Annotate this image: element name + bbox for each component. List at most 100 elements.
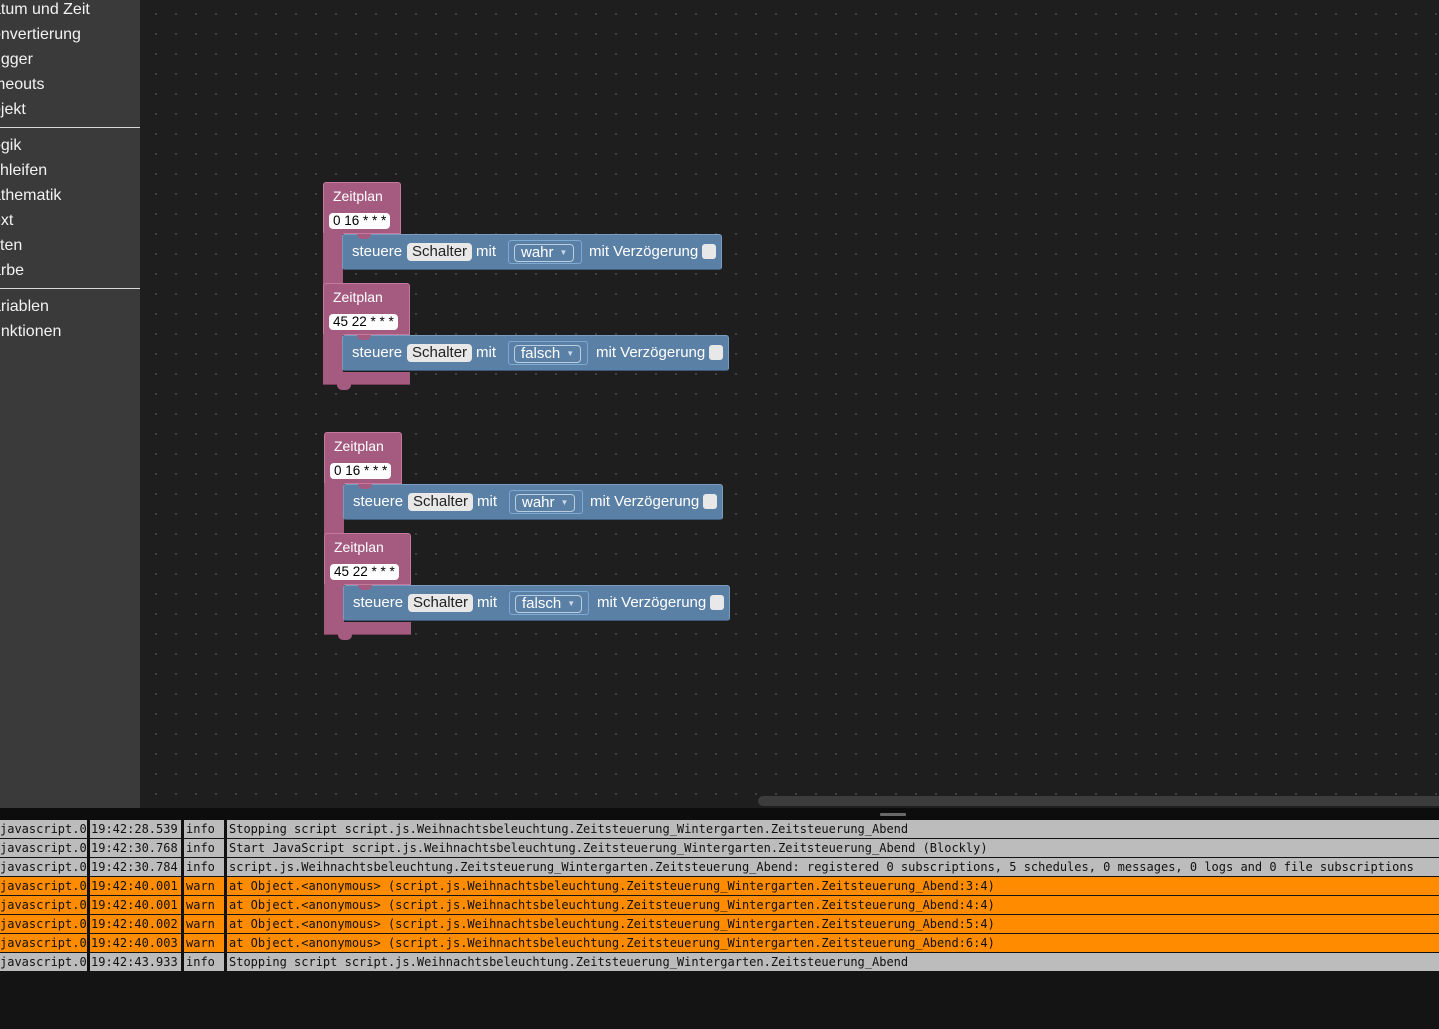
column-divider bbox=[224, 915, 227, 933]
column-divider bbox=[181, 839, 184, 857]
value-dropdown[interactable]: wahr ▼ bbox=[514, 244, 575, 262]
delay-checkbox[interactable] bbox=[702, 244, 716, 259]
cron-field[interactable]: 45 22 * * * bbox=[329, 314, 398, 330]
panel-splitter[interactable] bbox=[0, 808, 1439, 820]
control-block[interactable]: steuere Schalter mit wahr ▼ mit Verzögeru… bbox=[342, 234, 722, 270]
block-notch bbox=[357, 335, 371, 340]
device-dropdown[interactable]: Schalter bbox=[407, 243, 473, 261]
category-variablen[interactable]: ariablen bbox=[0, 297, 49, 317]
value-block[interactable]: falsch ▼ bbox=[508, 341, 588, 365]
schedule-block-arm bbox=[324, 483, 344, 535]
log-time: 19:42:30.784 bbox=[91, 860, 178, 874]
dropdown-arrow-icon: ▼ bbox=[566, 349, 575, 359]
log-row: javascript.0 19:42:43.933 info Stopping scr… bbox=[0, 953, 1439, 971]
log-message: at Object.<anonymous> (script.js.Weihnac… bbox=[229, 898, 995, 912]
category-listen[interactable]: sten bbox=[0, 236, 22, 256]
category-datum-und-zeit[interactable]: atum und Zeit bbox=[0, 0, 90, 20]
control-block[interactable]: steuere Schalter mit falsch ▼ mit Verzöge… bbox=[343, 585, 730, 621]
log-level: warn bbox=[186, 917, 215, 931]
block-bump bbox=[337, 384, 351, 390]
column-divider bbox=[87, 953, 90, 971]
log-row: javascript.0 19:42:28.539 info Stopping scr… bbox=[0, 820, 1439, 838]
log-row: javascript.0 19:42:40.003 warn at Object.<a… bbox=[0, 934, 1439, 952]
value-text: wahr bbox=[521, 244, 554, 261]
log-time: 19:42:40.002 bbox=[91, 917, 178, 931]
value-block[interactable]: wahr ▼ bbox=[508, 240, 582, 264]
value-dropdown[interactable]: falsch ▼ bbox=[515, 595, 583, 613]
category-konvertierung[interactable]: onvertierung bbox=[0, 25, 81, 45]
delay-checkbox[interactable] bbox=[709, 345, 723, 360]
mit-label: mit bbox=[476, 344, 496, 361]
log-message: Start JavaScript script.js.Weihnachtsbel… bbox=[229, 841, 988, 855]
cron-field[interactable]: 0 16 * * * bbox=[330, 463, 392, 479]
schedule-title: Zeitplan bbox=[334, 539, 384, 555]
value-dropdown[interactable]: wahr ▼ bbox=[515, 494, 576, 512]
category-schleifen[interactable]: chleifen bbox=[0, 161, 47, 181]
schedule-title: Zeitplan bbox=[333, 188, 383, 204]
control-block[interactable]: steuere Schalter mit falsch ▼ mit Verzöge… bbox=[342, 335, 729, 371]
mit-label: mit bbox=[477, 594, 497, 611]
schedule-block-arm bbox=[324, 584, 344, 627]
steuere-label: steuere bbox=[352, 344, 403, 361]
mit-label: mit bbox=[476, 243, 496, 260]
dropdown-arrow-icon: ▼ bbox=[559, 248, 568, 258]
column-divider bbox=[87, 934, 90, 952]
log-level: info bbox=[186, 822, 215, 836]
delay-label: mit Verzögerung bbox=[589, 243, 699, 260]
log-source: javascript.0 bbox=[0, 955, 86, 969]
category-timeouts[interactable]: meouts bbox=[0, 75, 44, 95]
block-notch bbox=[357, 234, 371, 239]
column-divider bbox=[87, 839, 90, 857]
column-divider bbox=[224, 858, 227, 876]
category-objekt[interactable]: bjekt bbox=[0, 100, 26, 120]
log-time: 19:42:40.003 bbox=[91, 936, 178, 950]
value-dropdown[interactable]: falsch ▼ bbox=[514, 345, 582, 363]
column-divider bbox=[224, 877, 227, 895]
log-time: 19:42:30.768 bbox=[91, 841, 178, 855]
device-dropdown[interactable]: Schalter bbox=[408, 493, 474, 511]
control-block[interactable]: steuere Schalter mit wahr ▼ mit Verzögeru… bbox=[343, 484, 723, 520]
category-trigger[interactable]: rigger bbox=[0, 50, 33, 70]
dropdown-arrow-icon: ▼ bbox=[560, 498, 569, 508]
column-divider bbox=[181, 934, 184, 952]
column-divider bbox=[181, 858, 184, 876]
log-message: at Object.<anonymous> (script.js.Weihnac… bbox=[229, 879, 995, 893]
value-block[interactable]: falsch ▼ bbox=[509, 591, 589, 615]
category-separator bbox=[0, 127, 140, 128]
category-text[interactable]: ext bbox=[0, 211, 13, 231]
category-mathematik[interactable]: athematik bbox=[0, 186, 61, 206]
log-panel: javascript.0 19:42:28.539 info Stopping scr… bbox=[0, 820, 1439, 972]
splitter-grip-icon[interactable] bbox=[880, 813, 906, 816]
log-time: 19:42:40.001 bbox=[91, 898, 178, 912]
delay-label: mit Verzögerung bbox=[596, 344, 706, 361]
column-divider bbox=[87, 820, 90, 838]
column-divider bbox=[181, 820, 184, 838]
toolbox-sidebar: atum und Zeit onvertierung rigger meouts… bbox=[0, 0, 140, 808]
value-text: wahr bbox=[522, 494, 555, 511]
device-dropdown[interactable]: Schalter bbox=[408, 594, 474, 612]
value-block[interactable]: wahr ▼ bbox=[509, 490, 583, 514]
cron-field[interactable]: 45 22 * * * bbox=[330, 564, 399, 580]
schedule-block-arm bbox=[323, 334, 343, 377]
column-divider bbox=[181, 877, 184, 895]
log-message: Stopping script script.js.Weihnachtsbele… bbox=[229, 955, 909, 969]
column-divider bbox=[87, 896, 90, 914]
column-divider bbox=[181, 915, 184, 933]
category-separator bbox=[0, 288, 140, 289]
delay-checkbox[interactable] bbox=[703, 494, 717, 509]
category-funktionen[interactable]: unktionen bbox=[0, 322, 61, 342]
category-farbe[interactable]: arbe bbox=[0, 261, 24, 281]
horizontal-scrollbar[interactable] bbox=[758, 796, 1439, 806]
device-dropdown[interactable]: Schalter bbox=[407, 344, 473, 362]
steuere-label: steuere bbox=[352, 243, 403, 260]
log-message: Stopping script script.js.Weihnachtsbele… bbox=[229, 822, 909, 836]
column-divider bbox=[224, 953, 227, 971]
column-divider bbox=[224, 896, 227, 914]
steuere-label: steuere bbox=[353, 493, 404, 510]
cron-field[interactable]: 0 16 * * * bbox=[329, 213, 391, 229]
delay-checkbox[interactable] bbox=[710, 595, 724, 610]
blockly-workspace[interactable]: Zeitplan 0 16 * * * steuere Schalter mit… bbox=[140, 0, 1439, 808]
log-row: javascript.0 19:42:30.784 info script.js.We… bbox=[0, 858, 1439, 876]
column-divider bbox=[224, 934, 227, 952]
category-logik[interactable]: ogik bbox=[0, 136, 21, 156]
